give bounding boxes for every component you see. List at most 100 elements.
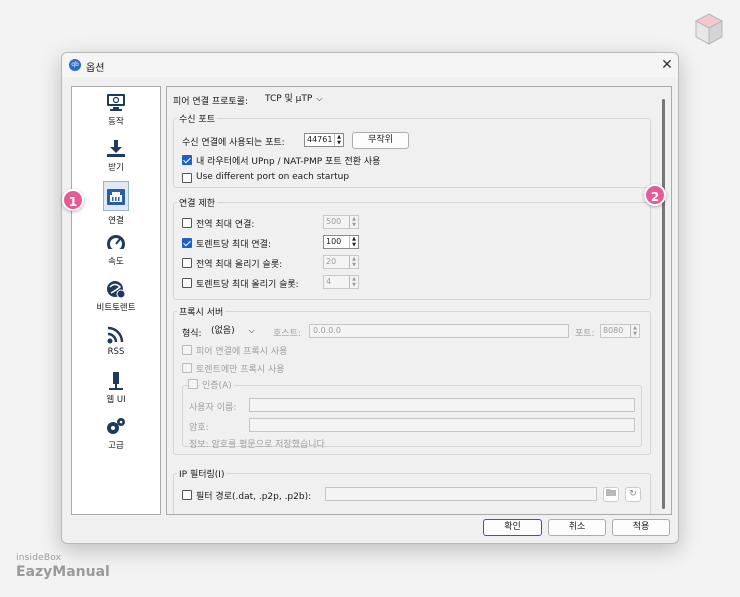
spin-arrows-icon[interactable]: ▲ ▼ xyxy=(334,134,343,146)
global-upload-slots-label: 전역 최대 올리기 슬롯: xyxy=(196,260,283,270)
speedometer-icon xyxy=(105,235,127,253)
global-max-connections-checkbox[interactable] xyxy=(182,218,192,228)
peer-proxy-label: 피어 연결에 프록시 사용 xyxy=(196,347,288,357)
global-upload-slots-checkbox[interactable] xyxy=(182,258,192,268)
connection-limits-title: 연결 제한 xyxy=(177,196,217,209)
folder-browse-button[interactable] xyxy=(603,487,619,502)
scrollbar[interactable] xyxy=(662,99,665,509)
sidebar-item-connection[interactable]: 연결 xyxy=(72,181,160,226)
authentication-checkbox[interactable] xyxy=(188,379,198,389)
per-torrent-upload-slots-spinbox[interactable]: 4 ▲ ▼ xyxy=(323,275,359,289)
chevron-down-icon: ⌵ xyxy=(248,326,255,335)
options-dialog: qb 옵션 ✕ 동작 받기 연결 속도 비트토렌트 RSS 웹 UI 고급 피어… xyxy=(61,52,679,544)
sidebar-label: 연결 xyxy=(108,216,124,226)
category-sidebar: 동작 받기 연결 속도 비트토렌트 RSS 웹 UI 고급 xyxy=(71,86,161,515)
spin-value: 20 xyxy=(326,257,337,266)
behavior-icon xyxy=(107,94,125,111)
per-torrent-max-connections-checkbox[interactable] xyxy=(182,238,192,248)
brand-watermark: insideBox EazyManual xyxy=(16,553,110,580)
sidebar-item-bittorrent[interactable]: 비트토렌트 xyxy=(72,275,160,319)
step-badge-2: 2 xyxy=(644,184,666,206)
sidebar-item-web-ui[interactable]: 웹 UI xyxy=(72,367,160,411)
brand-line-2: EazyManual xyxy=(16,564,110,580)
password-field[interactable] xyxy=(249,418,635,432)
torrent-only-proxy-label: 토렌트에만 프록시 사용 xyxy=(196,365,285,375)
global-max-connections-spinbox[interactable]: 500 ▲ ▼ xyxy=(323,215,359,229)
port-value: 44761 xyxy=(307,135,333,144)
password-label: 암호: xyxy=(189,423,209,433)
proxy-type-select[interactable]: (없음) ⌵ xyxy=(211,324,269,338)
web-ui-icon xyxy=(109,372,123,390)
advanced-gears-icon xyxy=(107,418,125,434)
rss-icon xyxy=(107,326,124,344)
proxy-port-label: 포트: xyxy=(575,329,595,339)
per-torrent-upload-slots-label: 토렌트당 최대 올리기 슬롯: xyxy=(196,280,299,290)
proxy-type-label: 형식: xyxy=(182,329,202,339)
different-port-checkbox[interactable] xyxy=(182,173,192,183)
cube-logo-icon xyxy=(694,13,724,45)
refresh-icon: ↻ xyxy=(629,489,637,499)
connection-settings-panel: 피어 연결 프로토콜: TCP 및 μTP ⌵ 수신 포트 수신 연결에 사용되는… xyxy=(166,86,672,515)
spin-arrows-icon[interactable]: ▲ ▼ xyxy=(349,276,358,288)
spin-value: 500 xyxy=(326,217,342,226)
protocol-select[interactable]: TCP 및 μTP ⌵ xyxy=(265,92,339,106)
spin-value: 8080 xyxy=(603,326,624,335)
spin-arrows-icon[interactable]: ▲ ▼ xyxy=(349,256,358,268)
sidebar-item-downloads[interactable]: 받기 xyxy=(72,135,160,179)
reload-filter-button[interactable]: ↻ xyxy=(625,487,641,502)
sidebar-label: 비트토렌트 xyxy=(96,303,136,313)
folder-icon xyxy=(606,489,616,496)
sidebar-label: 고급 xyxy=(108,441,124,451)
global-max-connections-label: 전역 최대 연결: xyxy=(196,220,255,230)
window-title: 옵션 xyxy=(86,63,105,74)
close-button[interactable]: ✕ xyxy=(658,56,676,74)
filter-path-field[interactable] xyxy=(325,487,597,501)
torrent-only-proxy-checkbox[interactable] xyxy=(182,363,192,373)
listening-port-title: 수신 포트 xyxy=(177,112,217,125)
sidebar-label: 속도 xyxy=(108,257,124,267)
username-field[interactable] xyxy=(249,398,635,412)
apply-button[interactable]: 적용 xyxy=(612,519,670,536)
sidebar-item-advanced[interactable]: 고급 xyxy=(72,413,160,457)
step-badge-1: 1 xyxy=(62,189,84,211)
filter-path-label: 필터 경로(.dat, .p2p, .p2b): xyxy=(196,492,312,502)
cancel-button[interactable]: 취소 xyxy=(548,519,606,536)
random-port-button[interactable]: 무작위 xyxy=(352,132,409,149)
per-torrent-max-connections-label: 토렌트당 최대 연결: xyxy=(196,240,271,250)
protocol-label: 피어 연결 프로토콜: xyxy=(173,97,248,107)
spin-value: 100 xyxy=(326,237,342,246)
upnp-checkbox[interactable] xyxy=(182,155,192,165)
spin-value: 4 xyxy=(326,277,332,286)
sidebar-label: RSS xyxy=(107,347,125,357)
authentication-label: 인증(A) xyxy=(200,378,234,391)
sidebar-item-rss[interactable]: RSS xyxy=(72,321,160,365)
selected-highlight xyxy=(103,181,129,211)
bittorrent-icon xyxy=(107,281,126,299)
brand-line-1: insideBox xyxy=(16,553,62,563)
sidebar-item-speed[interactable]: 속도 xyxy=(72,229,160,273)
spin-arrows-icon[interactable]: ▲ ▼ xyxy=(349,216,358,228)
connection-icon xyxy=(107,189,125,205)
proxy-host-label: 호스트: xyxy=(273,329,301,339)
proxy-port-spinbox[interactable]: 8080 ▲ ▼ xyxy=(600,324,640,338)
ok-button[interactable]: 확인 xyxy=(483,519,542,536)
proxy-host-field[interactable]: 0.0.0.0 xyxy=(309,324,569,338)
per-torrent-max-connections-spinbox[interactable]: 100 ▲ ▼ xyxy=(323,235,359,249)
proxy-server-title: 프록시 서버 xyxy=(177,305,226,318)
filter-path-checkbox[interactable] xyxy=(182,490,192,500)
global-upload-slots-spinbox[interactable]: 20 ▲ ▼ xyxy=(323,255,359,269)
proxy-type-value: (없음) xyxy=(211,326,235,336)
sidebar-item-behavior[interactable]: 동작 xyxy=(72,89,160,133)
sidebar-label: 받기 xyxy=(108,163,124,173)
password-info-text: 정보: 암호를 평문으로 저장했습니다 xyxy=(189,440,325,450)
peer-proxy-checkbox[interactable] xyxy=(182,345,192,355)
sidebar-label: 동작 xyxy=(108,117,124,127)
spin-arrows-icon[interactable]: ▲ ▼ xyxy=(349,236,358,248)
spin-arrows-icon[interactable]: ▲ ▼ xyxy=(630,325,639,337)
sidebar-label: 웹 UI xyxy=(106,395,126,405)
port-spinbox[interactable]: 44761 ▲ ▼ xyxy=(304,133,344,147)
chevron-down-icon: ⌵ xyxy=(316,94,323,103)
per-torrent-upload-slots-checkbox[interactable] xyxy=(182,278,192,288)
upnp-label: 내 라우터에서 UPnp / NAT-PMP 포트 전환 사용 xyxy=(196,157,381,167)
protocol-value: TCP 및 μTP xyxy=(265,94,313,104)
